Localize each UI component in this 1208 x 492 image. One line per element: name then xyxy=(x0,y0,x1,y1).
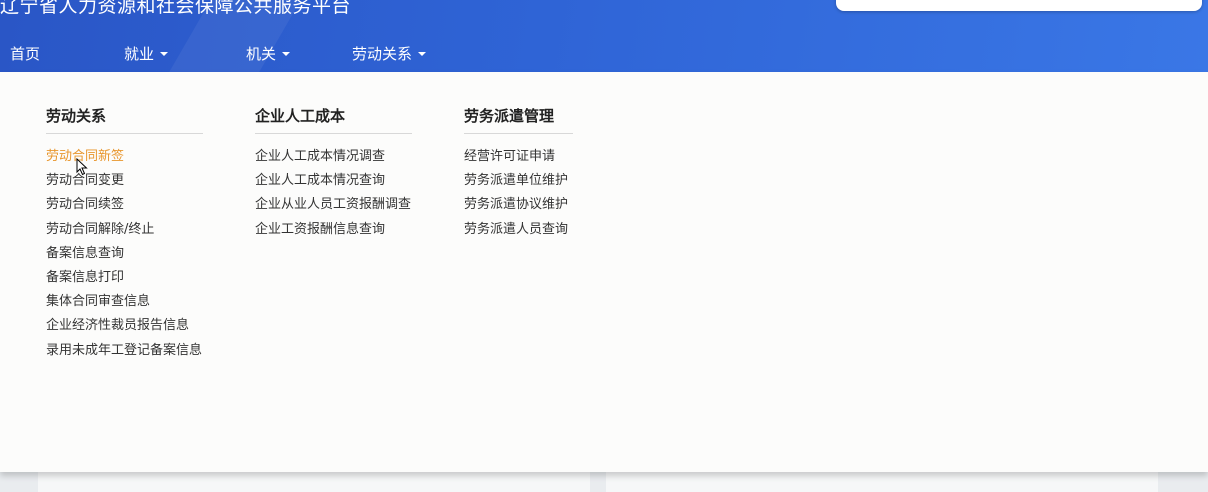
menu-column-title: 劳动关系 xyxy=(46,107,107,125)
content-panel xyxy=(606,472,1158,492)
nav-item-label: 首页 xyxy=(10,45,41,63)
menu-item-minor-worker-filing[interactable]: 录用未成年工登记备案信息 xyxy=(46,341,202,365)
menu-item-contract-change[interactable]: 劳动合同变更 xyxy=(46,171,202,195)
caret-down-icon xyxy=(282,51,291,56)
nav-item-label: 劳动关系 xyxy=(352,45,413,63)
menu-column-title: 企业人工成本 xyxy=(255,107,346,125)
nav-item-home[interactable]: 首页 xyxy=(10,36,40,72)
nav-item-label: 机关 xyxy=(246,45,277,63)
nav-item-employment[interactable]: 就业 xyxy=(124,36,169,72)
menu-item-dispatch-agreement[interactable]: 劳务派遣协议维护 xyxy=(464,195,568,219)
menu-item-wage-survey[interactable]: 企业从业人员工资报酬调查 xyxy=(255,195,411,219)
menu-item-dispatch-unit[interactable]: 劳务派遣单位维护 xyxy=(464,171,568,195)
content-panel xyxy=(38,472,590,492)
nav-item-label: 就业 xyxy=(124,45,155,63)
menu-item-labor-cost-survey[interactable]: 企业人工成本情况调查 xyxy=(255,147,411,171)
menu-item-wage-query[interactable]: 企业工资报酬信息查询 xyxy=(255,220,411,244)
menu-item-filing-query[interactable]: 备案信息查询 xyxy=(46,244,202,268)
menu-item-license-apply[interactable]: 经营许可证申请 xyxy=(464,147,568,171)
menu-item-collective-contract-review[interactable]: 集体合同审查信息 xyxy=(46,292,202,316)
site-header: 辽宁省人力资源和社会保障公共服务平台 首页 就业 机关 劳动关系 xyxy=(0,0,1208,72)
menu-list: 劳动合同新签 劳动合同变更 劳动合同续签 劳动合同解除/终止 备案信息查询 备案… xyxy=(46,147,202,365)
menu-item-labor-cost-query[interactable]: 企业人工成本情况查询 xyxy=(255,171,411,195)
menu-item-contract-new[interactable]: 劳动合同新签 xyxy=(46,147,202,171)
nav-item-institution[interactable]: 机关 xyxy=(246,36,291,72)
page: 辽宁省人力资源和社会保障公共服务平台 首页 就业 机关 劳动关系 劳动关系 劳动… xyxy=(0,0,1208,492)
site-title: 辽宁省人力资源和社会保障公共服务平台 xyxy=(0,0,352,17)
menu-list: 经营许可证申请 劳务派遣单位维护 劳务派遣协议维护 劳务派遣人员查询 xyxy=(464,147,568,244)
nav-item-labor-relations[interactable]: 劳动关系 xyxy=(352,36,427,72)
mouse-pointer-icon xyxy=(76,158,88,176)
search-input[interactable] xyxy=(836,0,1202,11)
menu-item-contract-terminate[interactable]: 劳动合同解除/终止 xyxy=(46,220,202,244)
main-nav: 首页 就业 机关 劳动关系 xyxy=(0,36,1208,72)
divider xyxy=(46,133,203,134)
menu-item-dispatch-staff-query[interactable]: 劳务派遣人员查询 xyxy=(464,220,568,244)
menu-item-contract-renew[interactable]: 劳动合同续签 xyxy=(46,195,202,219)
mega-menu-dropdown: 劳动关系 劳动合同新签 劳动合同变更 劳动合同续签 劳动合同解除/终止 备案信息… xyxy=(0,72,1208,472)
caret-down-icon xyxy=(418,51,427,56)
divider xyxy=(255,133,412,134)
menu-list: 企业人工成本情况调查 企业人工成本情况查询 企业从业人员工资报酬调查 企业工资报… xyxy=(255,147,411,244)
divider xyxy=(464,133,573,134)
caret-down-icon xyxy=(160,51,169,56)
menu-item-filing-print[interactable]: 备案信息打印 xyxy=(46,268,202,292)
menu-item-layoff-report[interactable]: 企业经济性裁员报告信息 xyxy=(46,316,202,340)
menu-column-title: 劳务派遣管理 xyxy=(464,107,555,125)
